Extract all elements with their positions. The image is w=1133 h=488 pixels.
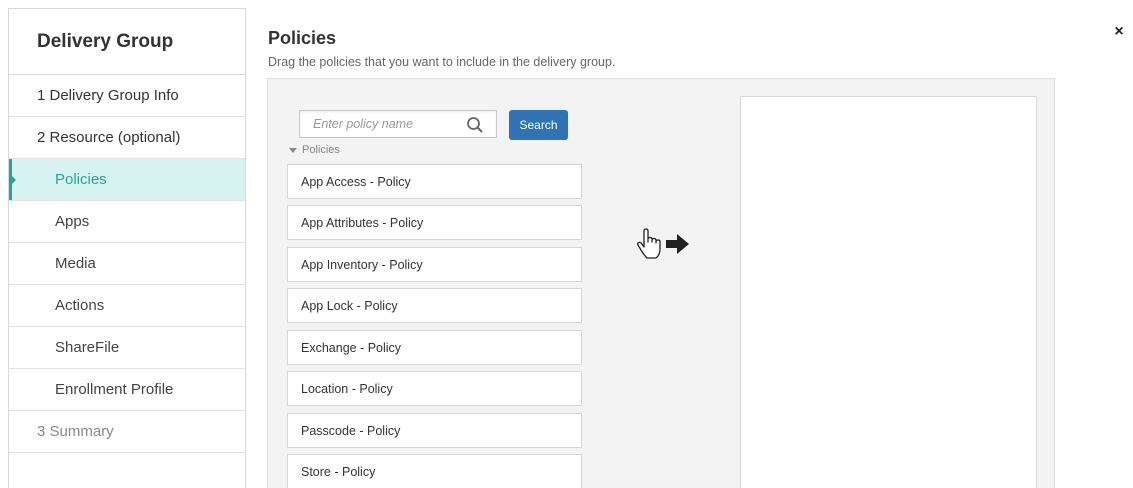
nav-item-summary[interactable]: 3 Summary bbox=[9, 411, 245, 453]
nav-item-enrollment-profile[interactable]: Enrollment Profile bbox=[9, 369, 245, 411]
nav-item-media[interactable]: Media bbox=[9, 243, 245, 285]
page-title: Policies bbox=[268, 28, 337, 48]
search-placeholder: Enter policy name bbox=[313, 117, 414, 131]
policy-item-store[interactable]: Store - Policy bbox=[287, 454, 582, 488]
policies-group-toggle[interactable]: Policies bbox=[289, 144, 340, 156]
caret-down-icon bbox=[289, 147, 297, 153]
close-icon[interactable]: × bbox=[1111, 24, 1127, 40]
wizard-sidebar: Delivery Group 1 Delivery Group Info 2 R… bbox=[8, 8, 246, 488]
policy-item-location[interactable]: Location - Policy bbox=[287, 371, 582, 406]
hand-pointer-icon bbox=[637, 228, 661, 259]
policy-item-app-inventory[interactable]: App Inventory - Policy bbox=[287, 247, 582, 282]
sidebar-title: Delivery Group bbox=[9, 9, 245, 75]
page-subtitle: Drag the policies that you want to inclu… bbox=[268, 55, 616, 69]
nav-item-resource[interactable]: 2 Resource (optional) bbox=[9, 117, 245, 159]
nav-item-actions[interactable]: Actions bbox=[9, 285, 245, 327]
nav-item-apps[interactable]: Apps bbox=[9, 201, 245, 243]
policy-item-app-attributes[interactable]: App Attributes - Policy bbox=[287, 205, 582, 240]
policy-item-app-access[interactable]: App Access - Policy bbox=[287, 164, 582, 199]
search-button[interactable]: Search bbox=[509, 110, 568, 140]
drag-hint-icon bbox=[637, 228, 689, 259]
policy-item-app-lock[interactable]: App Lock - Policy bbox=[287, 288, 582, 323]
arrow-right-icon bbox=[666, 234, 689, 254]
policy-item-passcode[interactable]: Passcode - Policy bbox=[287, 413, 582, 448]
nav-item-delivery-group-info[interactable]: 1 Delivery Group Info bbox=[9, 75, 245, 117]
policy-item-exchange[interactable]: Exchange - Policy bbox=[287, 330, 582, 365]
search-input[interactable]: Enter policy name bbox=[299, 110, 497, 138]
nav-item-policies[interactable]: Policies bbox=[9, 159, 245, 201]
selected-policies-drop-zone[interactable] bbox=[740, 96, 1037, 488]
nav-item-sharefile[interactable]: ShareFile bbox=[9, 327, 245, 369]
search-icon[interactable] bbox=[466, 116, 484, 134]
policies-group-label: Policies bbox=[302, 144, 340, 156]
